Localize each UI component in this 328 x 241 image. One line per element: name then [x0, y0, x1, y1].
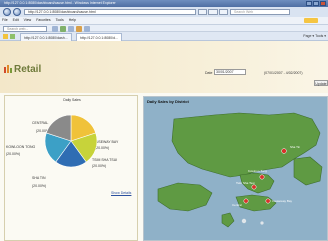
map-marker-tsim-sha-tsui[interactable] — [251, 184, 257, 190]
menu-bar: File Edit View Favorites Tools Help — [0, 17, 328, 24]
date-input[interactable]: 30/01/2007 — [214, 69, 246, 75]
map-marker-causeway-bay[interactable] — [265, 198, 271, 204]
tab-dashboard-1[interactable]: http://127.0.0.1:8080/dash... — [20, 33, 72, 41]
pie-chart-title: Daily Sales — [63, 98, 81, 102]
pie-label-kowloon-pct: (20.00%) — [6, 152, 21, 156]
stop-icon[interactable] — [208, 9, 218, 15]
daily-sales-panel: Daily Sales CENTRAL (20.00%) CAUSEWAY BA… — [4, 95, 138, 241]
web-search-input[interactable]: Search Web — [230, 9, 290, 15]
window-controls — [306, 1, 326, 6]
add-favorites-icon[interactable] — [10, 34, 15, 39]
small-islet — [260, 221, 264, 225]
page-tools[interactable]: Page ▾ Tools ▾ — [303, 33, 326, 40]
close-window-button[interactable] — [320, 1, 326, 6]
map-label-kowloon-tong: Kowloon Tong — [248, 169, 267, 173]
hong-kong-map[interactable] — [144, 97, 328, 241]
menu-view[interactable]: View — [24, 17, 32, 24]
map-marker-sha-tin[interactable] — [281, 148, 287, 154]
address-tools — [198, 9, 228, 15]
update-button[interactable]: Update — [314, 80, 328, 86]
toolbar: Search web... — [0, 24, 328, 32]
pie-chart — [44, 114, 98, 168]
back-button[interactable] — [3, 8, 11, 16]
map-marker-central[interactable] — [243, 198, 249, 204]
pie-label-kowloon: KOWLOON TONG — [6, 145, 36, 149]
rss-icon[interactable] — [218, 9, 228, 15]
map-marker-kowloon-tong[interactable] — [259, 174, 265, 180]
maximize-button[interactable] — [313, 1, 319, 6]
small-islet — [241, 218, 247, 224]
forward-button[interactable] — [13, 8, 21, 16]
tab-dashboard-2[interactable]: http://127.0.0.1:8080/d... — [76, 33, 122, 41]
menu-edit[interactable]: Edit — [13, 17, 19, 24]
menu-file[interactable]: File — [2, 17, 8, 24]
district-map-panel: Daily Sales by District Sha Tin Kowloon … — [143, 96, 328, 241]
minimize-button[interactable] — [306, 1, 312, 6]
window-title: http://127.0.0.1:8080/dashboard/cause.ht… — [4, 1, 116, 5]
menu-help[interactable]: Help — [69, 17, 76, 24]
address-row: http://127.0.0.1:8080/dashboard/cause.ht… — [0, 7, 328, 17]
pie-label-shatin-pct: (20.00%) — [32, 184, 47, 188]
refresh-icon[interactable] — [198, 9, 208, 15]
map-label-tsim-sha-tsui: Tsim Sha Tsui — [236, 181, 255, 185]
menu-tools[interactable]: Tools — [56, 17, 64, 24]
toolbar-logo-icon — [304, 18, 318, 23]
menu-favorites[interactable]: Favorites — [36, 17, 50, 24]
retail-logo-icon — [4, 65, 12, 73]
date-range: (07/01/2007 - 4/02/2007) — [264, 71, 303, 75]
map-label-causeway-bay: Causeway Bay — [272, 199, 293, 203]
map-label-central: Central — [232, 203, 242, 207]
address-bar[interactable]: http://127.0.0.1:8080/dashboard/cause.ht… — [24, 9, 196, 15]
show-details-link[interactable]: Show Details — [111, 191, 131, 195]
dashboard-header: Retail Date 30/01/2007 (07/01/2007 - 4/0… — [0, 41, 328, 93]
favorites-star-icon[interactable] — [3, 34, 8, 39]
page-content: Retail Date 30/01/2007 (07/01/2007 - 4/0… — [0, 41, 328, 241]
tabs-row: http://127.0.0.1:8080/dash... http://127… — [0, 32, 328, 41]
map-title: Daily Sales by District — [147, 99, 189, 104]
pie-label-shatin: SHA TIN — [32, 176, 46, 180]
map-label-sha-tin: Sha Tin — [290, 145, 301, 149]
window-titlebar: http://127.0.0.1:8080/dashboard/cause.ht… — [0, 0, 328, 7]
date-label: Date — [205, 71, 213, 75]
brand-title: Retail — [14, 64, 42, 75]
